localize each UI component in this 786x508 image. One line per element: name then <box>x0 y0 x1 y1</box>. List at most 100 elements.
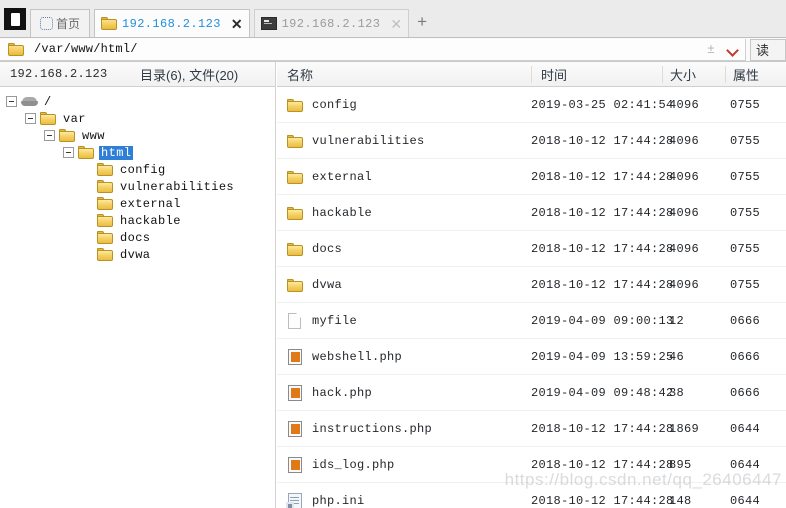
tree-item-external[interactable]: external <box>0 195 275 212</box>
folder-icon <box>8 42 24 56</box>
php-file-icon <box>288 385 302 401</box>
tab-file-manager[interactable]: 192.168.2.123 ✕ <box>94 9 250 37</box>
terminal-icon <box>260 17 277 30</box>
file-time: 2018-10-12 17:44:28 <box>531 422 674 436</box>
column-header-time[interactable]: 时间 <box>541 65 567 84</box>
read-button[interactable]: 读 <box>750 38 786 61</box>
tab-bar: 首页 192.168.2.123 ✕ 192.168.2.123 ✕ + <box>0 0 786 38</box>
table-row[interactable]: dvwa 2018-10-12 17:44:28 4096 0755 <box>277 267 786 303</box>
table-row[interactable]: myfile 2019-04-09 09:00:13 12 0666 <box>277 303 786 339</box>
folder-icon <box>287 278 303 292</box>
file-attr: 0755 <box>730 98 761 112</box>
php-file-icon <box>288 457 302 473</box>
table-row[interactable]: vulnerabilities 2018-10-12 17:44:28 4096… <box>277 123 786 159</box>
table-row[interactable]: instructions.php 2018-10-12 17:44:28 186… <box>277 411 786 447</box>
file-name-cell: docs <box>287 231 342 267</box>
tree-item-root[interactable]: / <box>0 93 275 110</box>
directory-tree-panel: 192.168.2.123 目录(6), 文件(20) / var www ht… <box>0 62 276 508</box>
tab-terminal[interactable]: 192.168.2.123 ✕ <box>253 9 410 37</box>
new-tab-button[interactable]: + <box>417 13 427 30</box>
tab-close-icon[interactable]: ✕ <box>231 17 243 31</box>
table-row[interactable]: webshell.php 2019-04-09 13:59:25 46 0666 <box>277 339 786 375</box>
file-name-cell: hack.php <box>287 375 372 411</box>
tree-item-label: external <box>120 196 181 211</box>
file-attr: 0666 <box>730 350 761 364</box>
file-attr: 0755 <box>730 242 761 256</box>
folder-icon <box>97 197 113 210</box>
file-name: docs <box>312 242 343 256</box>
disk-icon <box>21 96 38 108</box>
folder-open-icon <box>78 146 94 159</box>
column-header-name[interactable]: 名称 <box>287 65 313 84</box>
file-time: 2019-04-09 09:00:13 <box>531 314 674 328</box>
file-time: 2019-03-25 02:41:54 <box>531 98 674 112</box>
folder-icon <box>287 206 303 220</box>
file-size: 895 <box>669 458 692 472</box>
folder-icon <box>97 180 113 193</box>
php-file-icon <box>288 421 302 437</box>
table-row[interactable]: hackable 2018-10-12 17:44:28 4096 0755 <box>277 195 786 231</box>
tree-item-vulnerabilities[interactable]: vulnerabilities <box>0 178 275 195</box>
path-value: /var/www/html/ <box>34 42 138 56</box>
tab-close-icon[interactable]: ✕ <box>390 17 402 31</box>
plus-minus-icon[interactable]: ± <box>705 42 717 56</box>
app-logo-icon[interactable] <box>4 8 26 30</box>
blank-file-icon <box>288 313 301 329</box>
file-time: 2019-04-09 09:48:42 <box>531 386 674 400</box>
chevron-down-icon[interactable] <box>726 43 739 56</box>
collapse-toggle-icon[interactable] <box>6 96 17 107</box>
collapse-toggle-icon[interactable] <box>25 113 36 124</box>
column-divider[interactable] <box>662 66 663 83</box>
path-bar: /var/www/html/ ± 读 <box>0 38 786 62</box>
file-size: 12 <box>669 314 685 328</box>
tree-item-config[interactable]: config <box>0 161 275 178</box>
collapse-toggle-icon[interactable] <box>63 147 74 158</box>
home-icon <box>39 17 53 30</box>
folder-icon <box>97 163 113 176</box>
table-row[interactable]: docs 2018-10-12 17:44:28 4096 0755 <box>277 231 786 267</box>
file-time: 2018-10-12 17:44:28 <box>531 242 674 256</box>
table-row[interactable]: php.ini 2018-10-12 17:44:28 148 0644 <box>277 483 786 508</box>
column-header-attr[interactable]: 属性 <box>733 65 759 84</box>
host-label: 192.168.2.123 <box>10 67 108 81</box>
file-time: 2018-10-12 17:44:28 <box>531 134 674 148</box>
column-divider[interactable] <box>531 66 532 83</box>
tree-item-hackable[interactable]: hackable <box>0 212 275 229</box>
table-row[interactable]: ids_log.php 2018-10-12 17:44:28 895 0644 <box>277 447 786 483</box>
collapse-toggle-icon[interactable] <box>44 130 55 141</box>
file-attr: 0755 <box>730 170 761 184</box>
file-name: config <box>312 98 358 112</box>
tree-item-docs[interactable]: docs <box>0 229 275 246</box>
file-name: ids_log.php <box>312 458 395 472</box>
tree-item-dvwa[interactable]: dvwa <box>0 246 275 263</box>
tab-home[interactable]: 首页 <box>30 9 90 37</box>
table-row[interactable]: hack.php 2019-04-09 09:48:42 38 0666 <box>277 375 786 411</box>
file-name-cell: webshell.php <box>287 339 402 375</box>
file-name: php.ini <box>312 494 365 508</box>
path-input[interactable]: /var/www/html/ ± <box>0 38 746 61</box>
tree-panel-header: 192.168.2.123 目录(6), 文件(20) <box>0 62 275 87</box>
folder-icon <box>97 214 113 227</box>
tree-item-var[interactable]: var <box>0 110 275 127</box>
file-size: 148 <box>669 494 692 508</box>
tab-terminal-label: 192.168.2.123 <box>281 16 381 31</box>
table-row[interactable]: config 2019-03-25 02:41:54 4096 0755 <box>277 87 786 123</box>
folder-icon <box>97 248 113 261</box>
column-header-size[interactable]: 大小 <box>670 65 696 84</box>
column-divider[interactable] <box>725 66 726 83</box>
file-name: myfile <box>312 314 358 328</box>
file-name: vulnerabilities <box>312 134 425 148</box>
table-row[interactable]: external 2018-10-12 17:44:28 4096 0755 <box>277 159 786 195</box>
file-time: 2018-10-12 17:44:28 <box>531 206 674 220</box>
ini-file-icon <box>286 493 302 508</box>
file-name-cell: php.ini <box>286 483 365 508</box>
tree-item-html[interactable]: html <box>0 144 275 161</box>
file-name-cell: config <box>287 87 357 123</box>
tree-item-www[interactable]: www <box>0 127 275 144</box>
file-name-cell: vulnerabilities <box>287 123 425 159</box>
folder-icon <box>287 170 303 184</box>
file-size: 4096 <box>669 170 700 184</box>
file-name: webshell.php <box>312 350 403 364</box>
main-split: 192.168.2.123 目录(6), 文件(20) / var www ht… <box>0 62 786 508</box>
file-time: 2018-10-12 17:44:28 <box>531 458 674 472</box>
